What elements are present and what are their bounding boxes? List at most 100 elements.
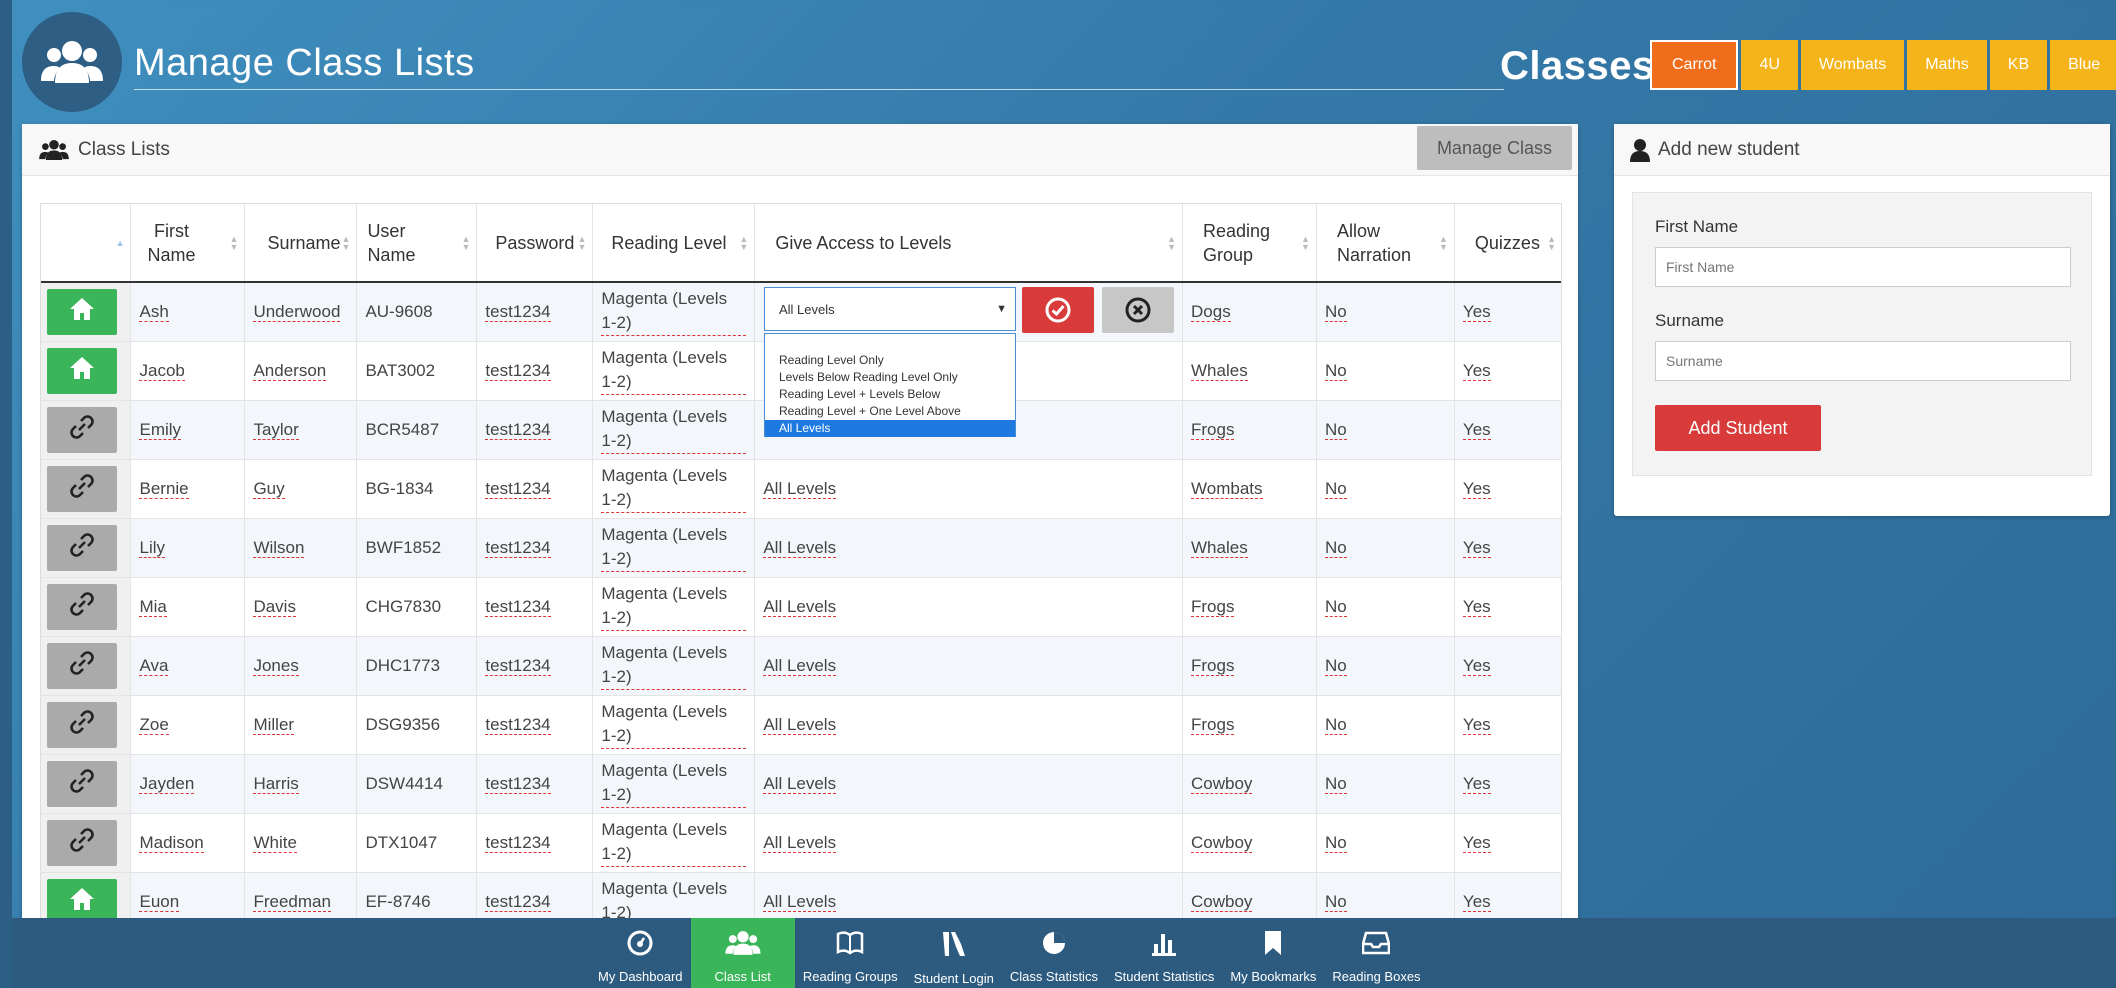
password-cell[interactable]: test1234 bbox=[476, 341, 594, 401]
password-cell[interactable]: test1234 bbox=[476, 400, 594, 460]
nav-my-dashboard[interactable]: My Dashboard bbox=[590, 918, 691, 988]
access-option-reading-level-only[interactable]: Reading Level Only bbox=[765, 352, 1015, 369]
access-option-level-plus-one-above[interactable]: Reading Level + One Level Above bbox=[765, 403, 1015, 420]
reading-group-cell[interactable]: Frogs bbox=[1182, 636, 1317, 696]
narration-cell[interactable]: No bbox=[1316, 400, 1455, 460]
narration-cell[interactable]: No bbox=[1316, 282, 1455, 342]
add-student-button[interactable]: Add Student bbox=[1655, 405, 1821, 451]
password-cell[interactable]: test1234 bbox=[476, 577, 594, 637]
quizzes-cell[interactable]: Yes bbox=[1454, 341, 1561, 401]
class-tab-maths[interactable]: Maths bbox=[1907, 40, 1987, 90]
row-action-button[interactable] bbox=[47, 524, 117, 571]
nav-reading-groups[interactable]: Reading Groups bbox=[795, 918, 906, 988]
column-header-allow-narration[interactable]: Allow Narration ▲ ▼ bbox=[1316, 204, 1455, 283]
reading-level-cell[interactable]: Magenta (Levels 1-2) bbox=[592, 872, 756, 919]
quizzes-cell[interactable]: Yes bbox=[1454, 459, 1561, 519]
access-levels-cell[interactable]: All Levels bbox=[754, 636, 1184, 696]
first-name-input[interactable] bbox=[1655, 247, 2071, 287]
nav-student-login[interactable]: Student Login bbox=[906, 918, 1002, 988]
quizzes-cell[interactable]: Yes bbox=[1454, 400, 1561, 460]
reading-group-cell[interactable]: Frogs bbox=[1182, 577, 1317, 637]
table-row[interactable]: Lily Wilson BWF1852 test1234 Magenta (Levels… bbox=[41, 518, 1561, 578]
access-levels-cell[interactable]: All Levels bbox=[754, 872, 1184, 919]
table-row[interactable]: Zoe Miller DSG9356 test1234 Magenta (Levels … bbox=[41, 695, 1561, 755]
surname-cell[interactable]: Underwood bbox=[244, 282, 358, 342]
narration-cell[interactable]: No bbox=[1316, 754, 1455, 814]
surname-cell[interactable]: Taylor bbox=[244, 400, 358, 460]
row-action-button[interactable] bbox=[47, 760, 117, 807]
access-levels-cell[interactable]: All Levels bbox=[754, 577, 1184, 637]
password-cell[interactable]: test1234 bbox=[476, 695, 594, 755]
reading-group-cell[interactable]: Cowboy bbox=[1182, 872, 1317, 919]
narration-cell[interactable]: No bbox=[1316, 459, 1455, 519]
table-row[interactable]: Madison White DTX1047 test1234 Magenta (Leve… bbox=[41, 813, 1561, 873]
narration-cell[interactable]: No bbox=[1316, 518, 1455, 578]
access-option-levels-below-only[interactable]: Levels Below Reading Level Only bbox=[765, 369, 1015, 386]
password-cell[interactable]: test1234 bbox=[476, 813, 594, 873]
narration-cell[interactable]: No bbox=[1316, 872, 1455, 919]
password-cell[interactable]: test1234 bbox=[476, 754, 594, 814]
reading-level-cell[interactable]: Magenta (Levels 1-2) bbox=[592, 577, 756, 637]
reading-level-cell[interactable]: Magenta (Levels 1-2) bbox=[592, 400, 756, 460]
narration-cell[interactable]: No bbox=[1316, 695, 1455, 755]
reading-level-cell[interactable]: Magenta (Levels 1-2) bbox=[592, 282, 756, 342]
surname-cell[interactable]: White bbox=[244, 813, 358, 873]
quizzes-cell[interactable]: Yes bbox=[1454, 518, 1561, 578]
reading-level-cell[interactable]: Magenta (Levels 1-2) bbox=[592, 754, 756, 814]
column-header-action[interactable]: ▲ bbox=[41, 204, 132, 283]
first-name-cell[interactable]: Bernie bbox=[130, 459, 246, 519]
column-header-give-access[interactable]: Give Access to Levels ▲ ▼ bbox=[754, 204, 1184, 283]
manage-class-button[interactable]: Manage Class bbox=[1416, 126, 1572, 170]
quizzes-cell[interactable]: Yes bbox=[1454, 636, 1561, 696]
access-option-level-plus-below[interactable]: Reading Level + Levels Below bbox=[765, 386, 1015, 403]
reading-level-cell[interactable]: Magenta (Levels 1-2) bbox=[592, 341, 756, 401]
narration-cell[interactable]: No bbox=[1316, 636, 1455, 696]
reading-group-cell[interactable]: Whales bbox=[1182, 341, 1317, 401]
password-cell[interactable]: test1234 bbox=[476, 872, 594, 919]
class-tab-wombats[interactable]: Wombats bbox=[1800, 40, 1905, 90]
first-name-cell[interactable]: Lily bbox=[130, 518, 246, 578]
class-tab-kb[interactable]: KB bbox=[1989, 40, 2048, 90]
first-name-cell[interactable]: Zoe bbox=[130, 695, 246, 755]
reading-group-cell[interactable]: Wombats bbox=[1182, 459, 1317, 519]
surname-cell[interactable]: Miller bbox=[244, 695, 358, 755]
row-action-button[interactable] bbox=[47, 465, 117, 512]
first-name-cell[interactable]: Mia bbox=[130, 577, 246, 637]
quizzes-cell[interactable]: Yes bbox=[1454, 754, 1561, 814]
password-cell[interactable]: test1234 bbox=[476, 518, 594, 578]
reading-level-cell[interactable]: Magenta (Levels 1-2) bbox=[592, 813, 756, 873]
narration-cell[interactable]: No bbox=[1316, 577, 1455, 637]
surname-cell[interactable]: Anderson bbox=[244, 341, 358, 401]
cancel-edit-button[interactable] bbox=[1102, 287, 1174, 333]
surname-cell[interactable]: Davis bbox=[244, 577, 358, 637]
row-action-button[interactable] bbox=[47, 406, 117, 453]
reading-level-cell[interactable]: Magenta (Levels 1-2) bbox=[592, 518, 756, 578]
first-name-cell[interactable]: Emily bbox=[130, 400, 246, 460]
row-action-button[interactable] bbox=[47, 878, 117, 919]
access-levels-cell[interactable]: All Levels bbox=[754, 754, 1184, 814]
surname-input[interactable] bbox=[1655, 341, 2071, 381]
row-action-button[interactable] bbox=[47, 583, 117, 630]
first-name-cell[interactable]: Jacob bbox=[130, 341, 246, 401]
column-header-surname[interactable]: Surname ▲ ▼ bbox=[244, 204, 358, 283]
column-header-reading-level[interactable]: Reading Level ▲ ▼ bbox=[592, 204, 756, 283]
password-cell[interactable]: test1234 bbox=[476, 282, 594, 342]
row-action-button[interactable] bbox=[47, 288, 117, 335]
class-tab-carrot[interactable]: Carrot bbox=[1650, 40, 1739, 90]
reading-group-cell[interactable]: Whales bbox=[1182, 518, 1317, 578]
row-action-button[interactable] bbox=[47, 819, 117, 866]
reading-group-cell[interactable]: Cowboy bbox=[1182, 754, 1317, 814]
reading-group-cell[interactable]: Frogs bbox=[1182, 400, 1317, 460]
password-cell[interactable]: test1234 bbox=[476, 636, 594, 696]
table-row[interactable]: Euon Freedman EF-8746 test1234 Magenta (Leve… bbox=[41, 872, 1561, 919]
surname-cell[interactable]: Freedman bbox=[244, 872, 358, 919]
first-name-cell[interactable]: Ash bbox=[130, 282, 246, 342]
reading-level-cell[interactable]: Magenta (Levels 1-2) bbox=[592, 459, 756, 519]
nav-class-statistics[interactable]: Class Statistics bbox=[1002, 918, 1106, 988]
reading-level-cell[interactable]: Magenta (Levels 1-2) bbox=[592, 636, 756, 696]
quizzes-cell[interactable]: Yes bbox=[1454, 577, 1561, 637]
row-action-button[interactable] bbox=[47, 701, 117, 748]
column-header-quizzes[interactable]: Quizzes ▲ ▼ bbox=[1454, 204, 1561, 283]
reading-group-cell[interactable]: Dogs bbox=[1182, 282, 1317, 342]
narration-cell[interactable]: No bbox=[1316, 341, 1455, 401]
